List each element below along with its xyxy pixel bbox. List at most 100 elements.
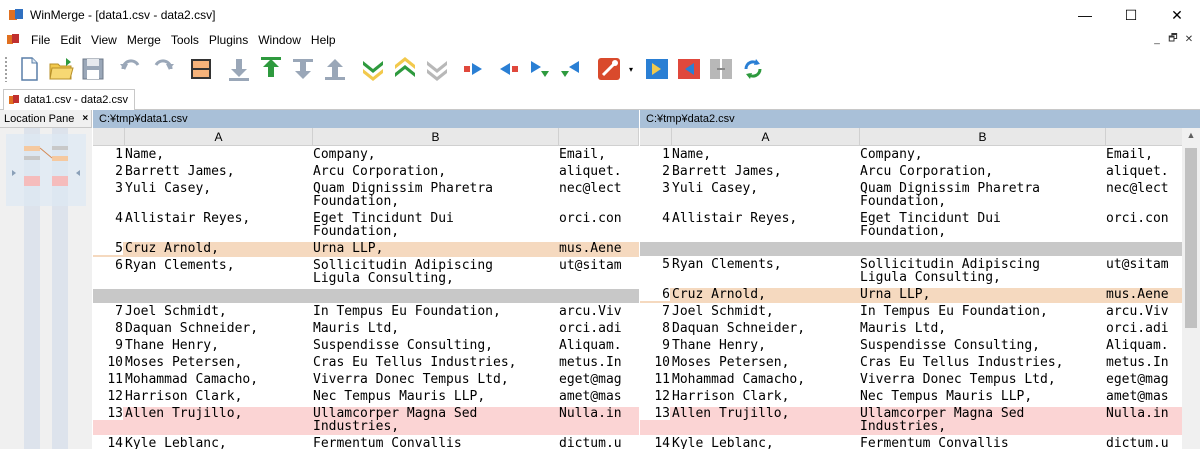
left-cell-a[interactable]: Moses Petersen, [125,356,313,369]
right-table-row[interactable]: 13 Allen Trujillo, Ullamcorper Magna Sed I… [640,407,1182,435]
left-cell-c[interactable]: ut@sitam [559,259,639,272]
left-cell-a[interactable]: Allistair Reyes, [125,212,313,225]
menu-edit[interactable]: Edit [55,33,86,47]
left-cell-b[interactable]: Sollicitudin Adipiscing Ligula Consultin… [313,259,559,285]
scroll-up-icon[interactable]: ▲ [1182,130,1200,144]
open-icon[interactable] [46,54,76,84]
right-cell-a[interactable]: Kyle Leblanc, [672,437,860,449]
right-cell-c[interactable]: Nulla.in [1106,407,1182,420]
right-column-header-a[interactable]: A [672,128,860,146]
right-cell-b[interactable]: Ullamcorper Magna Sed Industries, [860,407,1106,433]
right-cell-c[interactable]: mus.Aene [1106,288,1182,301]
right-cell-b[interactable]: Eget Tincidunt Dui Foundation, [860,212,1106,238]
right-cell-b[interactable]: Cras Eu Tellus Industries, [860,356,1106,369]
left-cell-a[interactable]: Kyle Leblanc, [125,437,313,449]
right-table-row[interactable]: 2 Barrett James, Arcu Corporation, aliquet. [640,165,1182,180]
right-table-row[interactable]: 5 Ryan Clements, Sollicitudin Adipiscing L… [640,258,1182,286]
left-column-header-c[interactable] [559,128,639,146]
left-cell-a[interactable]: Barrett James, [125,165,313,178]
left-table-row[interactable] [93,289,639,303]
left-cell-b[interactable]: Nec Tempus Mauris LLP, [313,390,559,403]
right-cell-b[interactable]: Company, [860,148,1106,161]
left-cell-b[interactable]: Mauris Ltd, [313,322,559,335]
copy-right-advance-icon[interactable] [524,54,554,84]
right-cell-a[interactable]: Thane Henry, [672,339,860,352]
left-column-header-b[interactable]: B [313,128,559,146]
vertical-scrollbar[interactable]: ▲ [1182,128,1200,449]
left-cell-b[interactable]: Eget Tincidunt Dui Foundation, [313,212,559,238]
left-table-row[interactable]: 2 Barrett James, Arcu Corporation, aliquet. [93,165,639,180]
right-table-row[interactable]: 1 Name, Company, Email, [640,148,1182,163]
right-compare-grid[interactable]: A B 1 Name, Company, Email, 2 Barrett James, A… [640,128,1182,449]
right-cell-a[interactable]: Mohammad Camacho, [672,373,860,386]
menu-merge[interactable]: Merge [122,33,166,47]
right-cell-c[interactable]: aliquet. [1106,165,1182,178]
right-cell-a[interactable]: Cruz Arnold, [672,288,860,301]
left-cell-c[interactable]: Nulla.in [559,407,639,420]
left-cell-c[interactable]: eget@mag [559,373,639,386]
scrollbar-thumb[interactable] [1185,148,1197,328]
right-cell-a[interactable]: Joel Schmidt, [672,305,860,318]
right-cell-b[interactable]: Quam Dignissim Pharetra Foundation, [860,182,1106,208]
left-cell-b[interactable]: Urna LLP, [313,242,559,255]
maximize-button[interactable]: ☐ [1108,0,1154,30]
left-table-row[interactable]: 11 Mohammad Camacho, Viverra Donec Tempus … [93,373,639,388]
left-cell-b[interactable]: Ullamcorper Magna Sed Industries, [313,407,559,433]
right-column-header-c[interactable] [1106,128,1182,146]
left-table-row[interactable]: 5 Cruz Arnold, Urna LLP, mus.Aene [93,242,639,257]
right-cell-c[interactable]: amet@mas [1106,390,1182,403]
left-table-row[interactable]: 8 Daquan Schneider, Mauris Ltd, orci.adi [93,322,639,337]
left-cell-a[interactable]: Thane Henry, [125,339,313,352]
location-pane-map[interactable] [0,128,92,449]
compare-icon[interactable] [706,54,736,84]
right-table-row[interactable]: 7 Joel Schmidt, In Tempus Eu Foundation, ar… [640,305,1182,320]
left-cell-a[interactable]: Yuli Casey, [125,182,313,195]
redo-icon[interactable] [148,54,178,84]
undo-icon[interactable] [116,54,146,84]
right-cell-c[interactable]: orci.con [1106,212,1182,225]
first-diff-icon[interactable] [320,54,350,84]
tab-data1-data2[interactable]: data1.csv - data2.csv [3,89,135,110]
right-cell-c[interactable]: eget@mag [1106,373,1182,386]
right-cell-a[interactable]: Moses Petersen, [672,356,860,369]
copy-left-icon[interactable] [492,54,522,84]
right-table-row[interactable]: 4 Allistair Reyes, Eget Tincidunt Dui Foun… [640,212,1182,240]
left-cell-c[interactable]: nec@lect [559,182,639,195]
right-cell-b[interactable]: Nec Tempus Mauris LLP, [860,390,1106,403]
left-cell-c[interactable]: amet@mas [559,390,639,403]
right-cell-b[interactable]: Fermentum Convallis Institute, [860,437,1106,449]
right-column-header-b[interactable]: B [860,128,1106,146]
right-table-row[interactable]: 14Kyle Leblanc,Fermentum Convallis Insti… [640,437,1182,449]
right-cell-c[interactable]: Email, [1106,148,1182,161]
left-table-row[interactable]: 7 Joel Schmidt, In Tempus Eu Foundation, ar… [93,305,639,320]
right-cell-b[interactable]: Sollicitudin Adipiscing Ligula Consultin… [860,258,1106,284]
right-cell-c[interactable]: orci.adi [1106,322,1182,335]
left-cell-a[interactable]: Daquan Schneider, [125,322,313,335]
left-table-row[interactable]: 13 Allen Trujillo, Ullamcorper Magna Sed I… [93,407,639,435]
left-cell-b[interactable]: Company, [313,148,559,161]
left-cell-c[interactable]: arcu.Viv [559,305,639,318]
menu-file[interactable]: File [26,33,55,47]
next-conflict-icon[interactable] [358,54,388,84]
left-table-row[interactable]: 14Kyle Leblanc,Fermentum Convallis Insti… [93,437,639,449]
copy-right-icon[interactable] [460,54,490,84]
right-cell-c[interactable]: metus.In [1106,356,1182,369]
left-cell-a[interactable]: Joel Schmidt, [125,305,313,318]
right-table-row[interactable]: 6 Cruz Arnold, Urna LLP, mus.Aene [640,288,1182,303]
left-table-row[interactable]: 4 Allistair Reyes, Eget Tincidunt Dui Foun… [93,212,639,240]
prev-diff-up-icon[interactable] [256,54,286,84]
menu-window[interactable]: Window [253,33,306,47]
right-table-row[interactable]: 11 Mohammad Camacho, Viverra Donec Tempus … [640,373,1182,388]
menu-help[interactable]: Help [306,33,341,47]
mdi-close-button[interactable]: ✕ [1182,32,1196,46]
right-cell-c[interactable]: dictum.u [1106,437,1182,449]
right-cell-a[interactable]: Allistair Reyes, [672,212,860,225]
copy-left-advance-icon[interactable] [556,54,586,84]
next-diff-down-icon[interactable] [224,54,254,84]
left-cell-b[interactable]: Suspendisse Consulting, [313,339,559,352]
right-cell-a[interactable]: Allen Trujillo, [672,407,860,420]
right-cell-b[interactable]: Suspendisse Consulting, [860,339,1106,352]
right-cell-c[interactable]: nec@lect [1106,182,1182,195]
right-cell-a[interactable]: Daquan Schneider, [672,322,860,335]
left-cell-c[interactable]: Aliquam. [559,339,639,352]
